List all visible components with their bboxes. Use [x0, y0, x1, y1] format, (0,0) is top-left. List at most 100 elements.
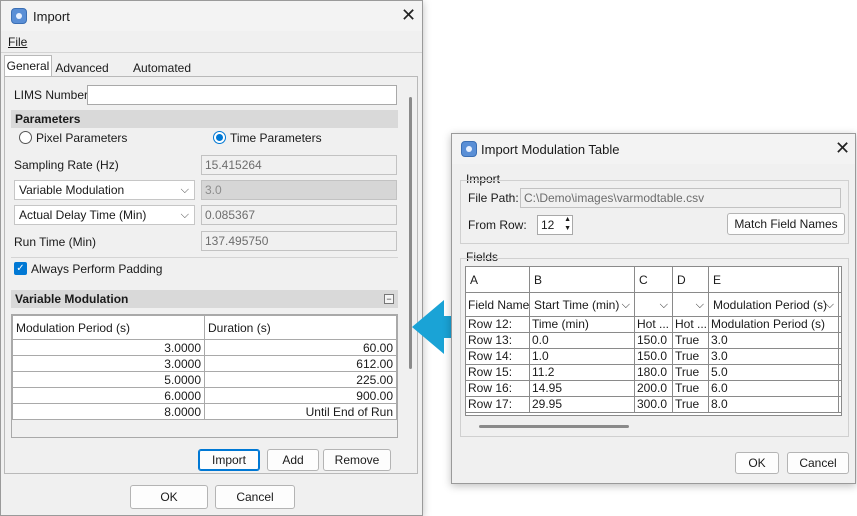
- modulation-cell[interactable]: 3.0: [709, 333, 839, 349]
- vm-period-cell[interactable]: 3.0000: [12, 339, 205, 356]
- padding-label[interactable]: Always Perform Padding: [31, 262, 162, 276]
- col-letter: E: [709, 267, 839, 293]
- modulation-cell[interactable]: 6.0: [709, 381, 839, 397]
- hot-cell-d[interactable]: True: [673, 349, 709, 365]
- hot-cell-c[interactable]: 150.0: [635, 349, 673, 365]
- table-row[interactable]: 3.0000 612.00: [12, 355, 397, 372]
- file-path-label: File Path:: [468, 191, 519, 205]
- row-label-cell[interactable]: Row 16:: [466, 381, 530, 397]
- import-window: Import ✕ File General Advanced Automated…: [0, 0, 423, 516]
- overflow-cell[interactable]: 3: [839, 397, 841, 413]
- row-label-cell[interactable]: Row 12:: [466, 317, 530, 333]
- add-button[interactable]: Add: [267, 449, 319, 471]
- vm-duration-cell[interactable]: 612.00: [204, 355, 397, 372]
- overflow-cell[interactable]: 3: [839, 365, 841, 381]
- table-row[interactable]: 5.0000 225.00: [12, 371, 397, 388]
- hot-cell-c[interactable]: Hot ...: [635, 317, 673, 333]
- field-select-d[interactable]: ⌵: [673, 293, 709, 317]
- vm-duration-cell[interactable]: 900.00: [204, 387, 397, 404]
- variable-mod-select[interactable]: Variable Modulation ⌵: [14, 180, 195, 200]
- row-label-cell[interactable]: Row 13:: [466, 333, 530, 349]
- stepper-up-icon[interactable]: ▲: [564, 216, 571, 224]
- vm-duration-cell[interactable]: 60.00: [204, 339, 397, 356]
- vm-table-container: Modulation Period (s) Duration (s) 3.000…: [11, 314, 398, 438]
- hot-cell-d[interactable]: Hot ...: [673, 317, 709, 333]
- vm-period-cell[interactable]: 3.0000: [12, 355, 205, 372]
- col-letter: A: [466, 267, 530, 293]
- hot-cell-c[interactable]: 300.0: [635, 397, 673, 413]
- collapse-icon[interactable]: −: [384, 294, 394, 304]
- time-cell[interactable]: 0.0: [530, 333, 635, 349]
- modulation-cell[interactable]: 3.0: [709, 349, 839, 365]
- hot-cell-d[interactable]: True: [673, 397, 709, 413]
- vm-header-row: Modulation Period (s) Duration (s): [12, 315, 397, 340]
- radio-time-label[interactable]: Time Parameters: [230, 131, 322, 145]
- chevron-down-icon: ⌵: [621, 299, 630, 311]
- padding-checkbox[interactable]: ✓: [14, 262, 27, 275]
- hot-cell-d[interactable]: True: [673, 333, 709, 349]
- app-icon: [11, 8, 27, 24]
- field-select-b[interactable]: Start Time (min) ⌵: [530, 293, 635, 317]
- hot-cell-d[interactable]: True: [673, 365, 709, 381]
- table-row[interactable]: 6.0000 900.00: [12, 387, 397, 404]
- radio-pixel[interactable]: [19, 131, 32, 144]
- time-cell[interactable]: Time (min): [530, 317, 635, 333]
- mod-cancel-button[interactable]: Cancel: [787, 452, 849, 474]
- field-select-f[interactable]: [839, 293, 841, 317]
- mod-ok-button[interactable]: OK: [735, 452, 779, 474]
- col-letter: C: [635, 267, 673, 293]
- delay-select[interactable]: Actual Delay Time (Min) ⌵: [14, 205, 195, 225]
- vm-duration-cell[interactable]: Until End of Run: [204, 403, 397, 420]
- time-cell[interactable]: 29.95: [530, 397, 635, 413]
- mod-titlebar: Import Modulation Table ✕: [452, 134, 855, 164]
- chevron-down-icon: ⌵: [180, 184, 189, 196]
- radio-time[interactable]: [213, 131, 226, 144]
- runtime-label: Run Time (Min): [14, 235, 97, 249]
- close-icon[interactable]: ✕: [835, 138, 850, 158]
- from-row-value[interactable]: 12: [541, 218, 554, 232]
- chevron-down-icon: ⌵: [180, 209, 189, 221]
- modulation-cell[interactable]: 5.0: [709, 365, 839, 381]
- match-field-names-button[interactable]: Match Field Names: [727, 213, 845, 235]
- remove-button[interactable]: Remove: [323, 449, 391, 471]
- menu-bar: File: [1, 33, 422, 51]
- ok-button[interactable]: OK: [130, 485, 208, 509]
- close-icon[interactable]: ✕: [401, 5, 416, 25]
- from-row-label: From Row:: [468, 218, 527, 232]
- vm-period-cell[interactable]: 5.0000: [12, 371, 205, 388]
- field-select-c[interactable]: ⌵: [635, 293, 673, 317]
- hot-cell-c[interactable]: 180.0: [635, 365, 673, 381]
- row-label-cell[interactable]: Row 15:: [466, 365, 530, 381]
- table-row[interactable]: 3.0000 60.00: [12, 339, 397, 356]
- import-button[interactable]: Import: [198, 449, 260, 471]
- hot-cell-c[interactable]: 200.0: [635, 381, 673, 397]
- lims-input[interactable]: [87, 85, 397, 105]
- grid-h-scrollbar[interactable]: [479, 425, 629, 428]
- row-label-cell[interactable]: Row 17:: [466, 397, 530, 413]
- table-row[interactable]: 8.0000 Until End of Run: [12, 403, 397, 420]
- row-label-cell[interactable]: Row 14:: [466, 349, 530, 365]
- time-cell[interactable]: 1.0: [530, 349, 635, 365]
- overflow-cell[interactable]: 3: [839, 349, 841, 365]
- modulation-cell[interactable]: Modulation Period (s): [709, 317, 839, 333]
- vm-duration-cell[interactable]: 225.00: [204, 371, 397, 388]
- tab-general[interactable]: General: [4, 55, 52, 77]
- overflow-cell[interactable]: 3: [839, 333, 841, 349]
- cancel-button[interactable]: Cancel: [215, 485, 295, 509]
- time-cell[interactable]: 14.95: [530, 381, 635, 397]
- field-select-e[interactable]: Modulation Period (s) ⌵: [709, 293, 839, 317]
- vm-period-cell[interactable]: 8.0000: [12, 403, 205, 420]
- hot-cell-d[interactable]: True: [673, 381, 709, 397]
- modulation-cell[interactable]: 8.0: [709, 397, 839, 413]
- time-cell[interactable]: 11.2: [530, 365, 635, 381]
- fields-group-box: A B C D E F Field Names: Start Time (min…: [460, 258, 849, 437]
- stepper-down-icon[interactable]: ▼: [564, 225, 571, 233]
- radio-pixel-label[interactable]: Pixel Parameters: [36, 131, 127, 145]
- hot-cell-c[interactable]: 150.0: [635, 333, 673, 349]
- menu-file[interactable]: File: [8, 35, 27, 49]
- overflow-cell[interactable]: 3: [839, 381, 841, 397]
- from-row-stepper[interactable]: 12 ▲ ▼: [537, 215, 573, 235]
- vm-period-cell[interactable]: 6.0000: [12, 387, 205, 404]
- overflow-cell[interactable]: H: [839, 317, 841, 333]
- delay-field: 0.085367: [201, 205, 397, 225]
